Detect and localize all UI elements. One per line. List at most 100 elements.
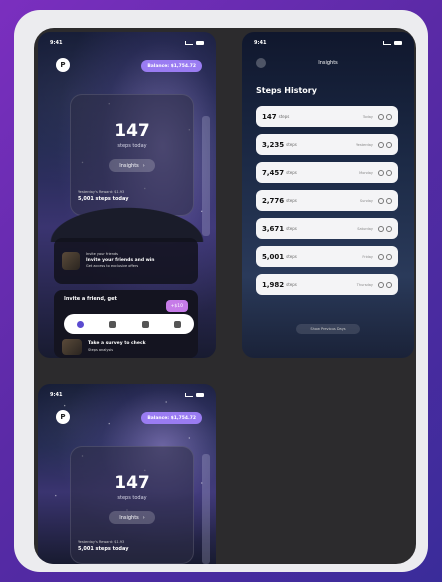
balance-pill[interactable]: Balance: $1,754.72: [141, 412, 202, 424]
history-date: Monday: [359, 170, 373, 175]
calendar-tab-icon[interactable]: [109, 320, 117, 328]
circle-icon: [386, 141, 392, 148]
history-row[interactable]: 2,776 steps Sunday: [256, 190, 398, 211]
avatar[interactable]: P: [56, 410, 70, 424]
phone-steps-history: 9:41 Insights Steps History 147 steps To…: [242, 32, 414, 358]
battery-icon: [394, 41, 402, 45]
insights-label: Insights: [119, 514, 139, 521]
yesterday-reward: Yesterday's Reward: $1.93 5,001 steps to…: [78, 540, 129, 552]
history-steps-unit: steps: [286, 254, 297, 259]
history-steps-value: 5,001: [262, 252, 285, 261]
steps-label: steps today: [117, 495, 147, 501]
challenge-text: Invite your friends Invite your friends …: [86, 252, 155, 269]
tab-bar: [64, 314, 194, 334]
status-time: 9:41: [50, 40, 63, 46]
history-steps-unit: steps: [278, 114, 290, 119]
history-date: Yesterday: [356, 142, 373, 147]
status-bar: 9:41: [254, 38, 402, 48]
history-date: Sunday: [359, 198, 373, 203]
insights-button[interactable]: Insights ›: [109, 159, 155, 172]
survey-subtitle: Steps analysis: [88, 347, 114, 352]
survey-card[interactable]: Take a survey to check Steps analysis: [62, 334, 198, 358]
info-icon[interactable]: [378, 197, 384, 204]
challenge-title: Invite your friends and win: [86, 257, 155, 263]
info-icon[interactable]: [378, 281, 384, 288]
survey-text: Take a survey to check Steps analysis: [88, 341, 146, 353]
signal-icon: [383, 41, 391, 45]
challenge-card[interactable]: Invite your friends Invite your friends …: [54, 238, 198, 284]
history-row[interactable]: 7,457 steps Monday: [256, 162, 398, 183]
phone-home: 9:41 P Balance: $1,754.72 147 steps toda…: [38, 32, 216, 358]
status-time: 9:41: [50, 392, 63, 398]
status-bar: 9:41: [50, 38, 204, 48]
info-icon[interactable]: [378, 141, 384, 148]
history-steps-unit: steps: [286, 170, 297, 175]
steps-count: 147: [114, 121, 150, 141]
history-steps-unit: steps: [286, 226, 297, 231]
steps-history-list: 147 steps Today 3,235 steps Yesterday 7,…: [256, 106, 398, 302]
history-date: Thursday: [356, 282, 373, 287]
invite-reward-button[interactable]: +$10: [165, 300, 188, 312]
circle-icon: [386, 253, 392, 260]
history-date: Saturday: [357, 226, 373, 231]
invite-title: Invite a friend, get: [64, 296, 117, 302]
info-icon[interactable]: [378, 253, 384, 260]
history-steps-value: 2,776: [262, 196, 285, 205]
status-bar: 9:41: [50, 390, 204, 400]
history-row[interactable]: 1,982 steps Thursday: [256, 274, 398, 295]
status-icons: [185, 393, 204, 397]
steps-count: 147: [114, 473, 150, 493]
signal-icon: [185, 393, 193, 397]
signal-icon: [185, 41, 193, 45]
wallet-tab-icon[interactable]: [141, 320, 149, 328]
avatar[interactable]: P: [56, 58, 70, 72]
history-row[interactable]: 147 steps Today: [256, 106, 398, 127]
history-row[interactable]: 3,235 steps Yesterday: [256, 134, 398, 155]
next-card-peek: [202, 454, 210, 564]
history-date: Today: [362, 114, 373, 119]
history-row[interactable]: 5,001 steps Friday: [256, 246, 398, 267]
arrow-right-icon: ›: [142, 162, 145, 169]
status-time: 9:41: [254, 40, 267, 46]
design-canvas: 9:41 P Balance: $1,754.72 147 steps toda…: [34, 28, 416, 564]
battery-icon: [196, 41, 204, 45]
balance-pill[interactable]: Balance: $1,754.72: [141, 60, 202, 72]
screen-header: Insights: [318, 60, 338, 66]
history-steps-unit: steps: [286, 142, 297, 147]
history-steps-value: 3,235: [262, 140, 285, 149]
info-icon[interactable]: [378, 113, 384, 120]
yesterday-steps: 5,001 steps today: [78, 546, 129, 552]
history-row[interactable]: 3,671 steps Saturday: [256, 218, 398, 239]
history-steps-value: 3,671: [262, 224, 285, 233]
insights-button[interactable]: Insights ›: [109, 511, 155, 524]
yesterday-reward: Yesterday's Reward: $1.93 5,001 steps to…: [78, 190, 129, 202]
profile-tab-icon[interactable]: [174, 320, 182, 328]
circle-icon: [386, 225, 392, 232]
history-steps-value: 7,457: [262, 168, 285, 177]
steps-label: steps today: [117, 143, 147, 149]
status-icons: [383, 41, 402, 45]
arrow-right-icon: ›: [142, 514, 145, 521]
info-icon[interactable]: [378, 225, 384, 232]
status-icons: [185, 41, 204, 45]
history-steps-value: 147: [262, 112, 277, 121]
mountain-silhouette: [38, 202, 216, 242]
challenge-subtitle: Get access to exclusive offers: [86, 264, 139, 269]
info-icon[interactable]: [378, 169, 384, 176]
circle-icon: [386, 197, 392, 204]
yesterday-label: Yesterday's Reward: $1.93: [78, 540, 125, 544]
circle-icon: [386, 169, 392, 176]
survey-thumbnail: [62, 339, 82, 355]
history-date: Friday: [362, 254, 373, 259]
history-steps-value: 1,982: [262, 280, 285, 289]
yesterday-label: Yesterday's Reward: $1.93: [78, 190, 125, 194]
phone-home-copy: 9:41 P Balance: $1,754.72 147 steps toda…: [38, 384, 216, 564]
survey-title: Take a survey to check: [88, 341, 146, 346]
insights-label: Insights: [119, 162, 139, 169]
history-steps-unit: steps: [286, 198, 297, 203]
battery-icon: [196, 393, 204, 397]
challenge-thumbnail: [62, 252, 80, 270]
home-tab-icon[interactable]: [76, 320, 84, 328]
show-previous-days-button[interactable]: Show Previous Days: [296, 324, 360, 334]
steps-history-title: Steps History: [256, 86, 317, 95]
